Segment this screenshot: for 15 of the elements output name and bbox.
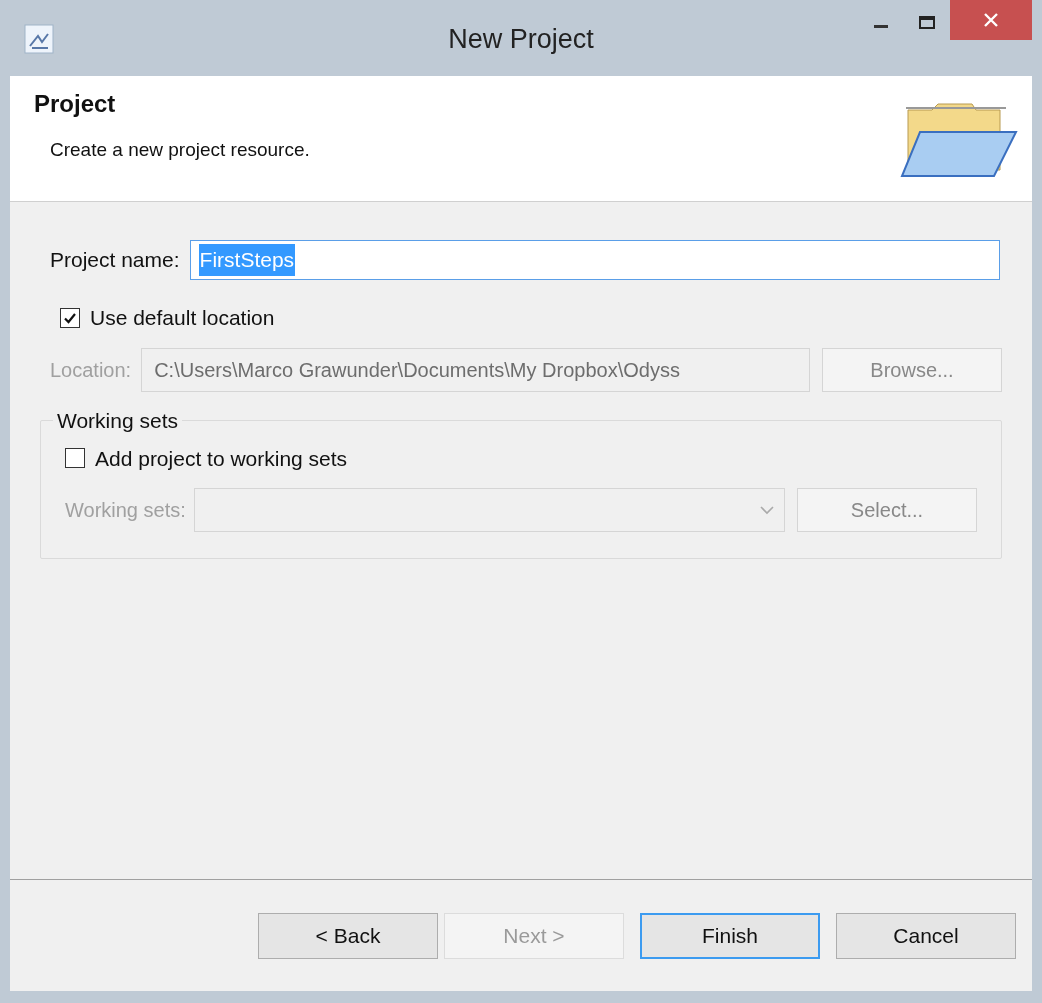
wizard-button[interactable]: Cancel [836, 912, 1016, 959]
wizard-button[interactable]: < Back [258, 912, 438, 959]
checkbox[interactable] [60, 307, 80, 328]
checkbox-label[interactable]: Use default location [90, 302, 275, 334]
wizard-button[interactable]: Finish [640, 912, 820, 959]
app-icon [24, 24, 54, 54]
page-description: Create a new project resource. [50, 138, 310, 162]
window-title: New Project [448, 22, 594, 56]
page-title: Project [34, 89, 117, 119]
chevron-down-icon [760, 505, 774, 515]
field-label: Project name: [50, 247, 180, 274]
field-label: Location: [50, 357, 132, 383]
selected-text: FirstSteps [198, 244, 296, 276]
field-label: Working sets: [65, 498, 186, 523]
close-icon [984, 13, 998, 27]
